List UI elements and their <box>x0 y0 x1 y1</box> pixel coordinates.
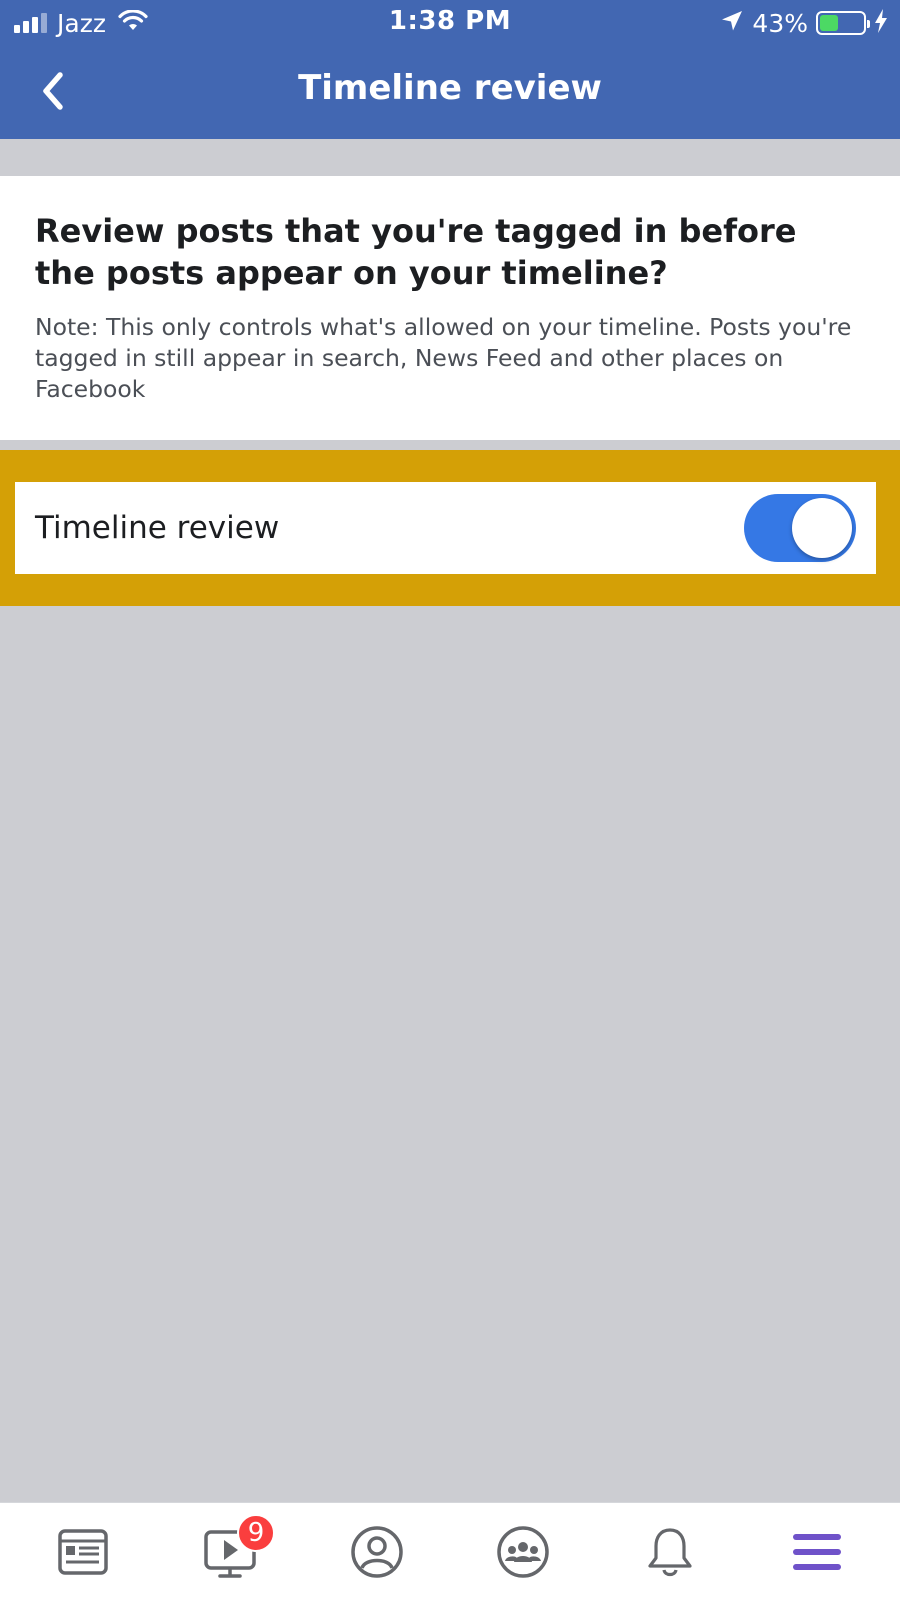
battery-level <box>820 15 839 31</box>
charging-bolt-icon <box>874 9 888 37</box>
notifications-bell-icon <box>648 1527 692 1576</box>
bottom-tab-bar: 9 <box>0 1502 900 1600</box>
highlighted-setting: Timeline review <box>0 450 900 606</box>
tab-watch[interactable]: 9 <box>185 1512 275 1592</box>
timeline-review-row[interactable]: Timeline review <box>15 482 876 574</box>
toggle-knob <box>792 498 852 558</box>
menu-icon <box>792 1533 841 1570</box>
status-right: 43% <box>720 6 888 40</box>
tab-groups[interactable] <box>478 1512 568 1592</box>
news-feed-icon <box>58 1528 109 1575</box>
battery-percent: 43% <box>752 8 808 38</box>
profile-icon <box>350 1525 403 1578</box>
setting-note: Note: This only controls what's allowed … <box>35 313 852 403</box>
top-bar: Jazz 1:38 PM 43% Timeline review <box>0 0 900 139</box>
status-bar: Jazz 1:38 PM 43% <box>0 0 900 46</box>
tab-notifications[interactable] <box>625 1512 715 1592</box>
navigation-header: Timeline review <box>0 46 900 139</box>
location-arrow-icon <box>720 9 744 37</box>
tab-news-feed[interactable] <box>38 1512 128 1592</box>
info-card: Review posts that you're tagged in befor… <box>0 176 900 440</box>
timeline-review-label: Timeline review <box>35 510 280 546</box>
tab-profile[interactable] <box>332 1512 422 1592</box>
battery-icon <box>816 11 870 35</box>
setting-question: Review posts that you're tagged in befor… <box>35 212 797 292</box>
tab-menu[interactable] <box>772 1512 862 1592</box>
timeline-review-toggle[interactable] <box>744 494 856 562</box>
page-title: Timeline review <box>298 68 602 108</box>
groups-icon <box>497 1525 550 1578</box>
watch-badge: 9 <box>236 1513 275 1552</box>
